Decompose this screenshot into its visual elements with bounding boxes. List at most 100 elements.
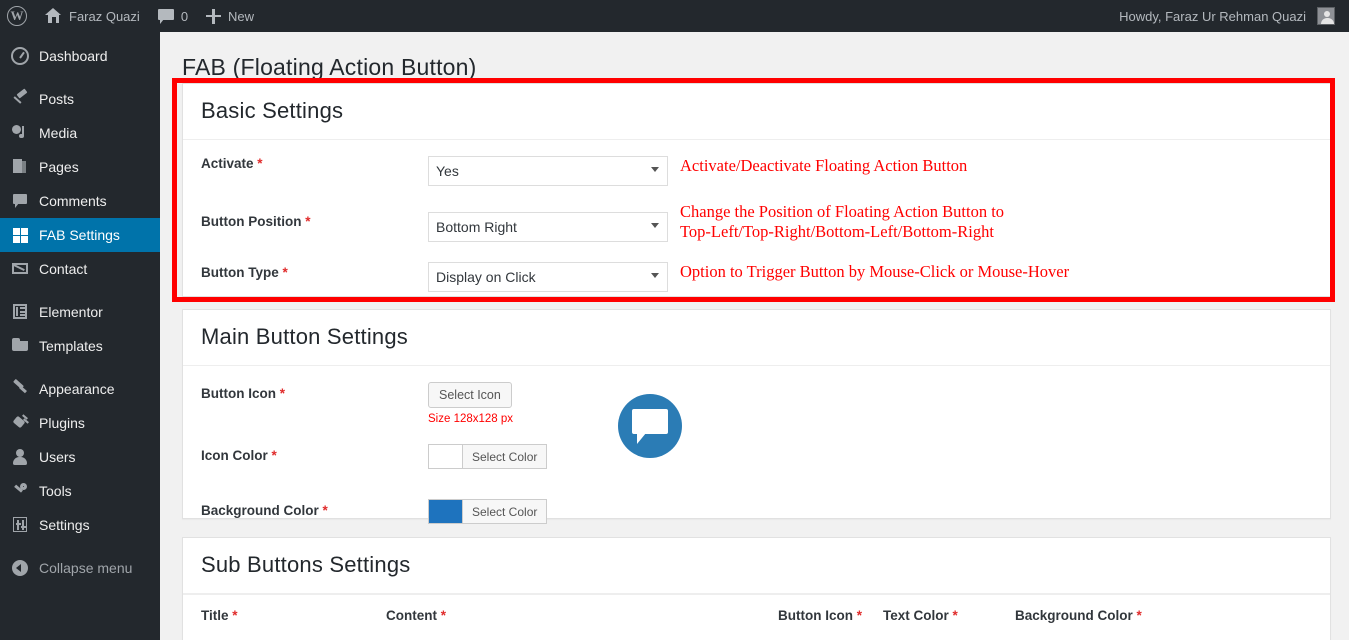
column-header-title: Title * bbox=[201, 608, 238, 623]
sidebar-item-plugins[interactable]: Plugins bbox=[0, 406, 160, 440]
background-color-label: Background Color * bbox=[201, 503, 328, 519]
site-name-label: Faraz Quazi bbox=[69, 8, 140, 24]
required-marker: * bbox=[279, 386, 286, 401]
plugin-icon bbox=[10, 413, 30, 433]
sidebar-divider bbox=[0, 542, 160, 551]
sidebar-item-fab-settings[interactable]: FAB Settings bbox=[0, 218, 168, 252]
howdy-label: Howdy, Faraz Ur Rehman Quazi bbox=[1119, 8, 1306, 24]
activate-select[interactable]: Yes bbox=[428, 156, 668, 186]
envelope-icon bbox=[10, 259, 30, 279]
sidebar-divider bbox=[0, 73, 160, 82]
sidebar-item-label: Elementor bbox=[39, 304, 103, 320]
field-row-button-type: Button Type * Display on Click Option to… bbox=[183, 260, 1330, 294]
main-button-settings-title: Main Button Settings bbox=[183, 310, 1330, 366]
basic-settings-title: Basic Settings bbox=[183, 84, 1330, 140]
activate-help-text: Activate/Deactivate Floating Action Butt… bbox=[680, 156, 968, 175]
sidebar-item-pages[interactable]: Pages bbox=[0, 150, 160, 184]
sidebar-item-label: Plugins bbox=[39, 415, 85, 431]
user-icon bbox=[10, 447, 30, 467]
wordpress-logo-icon: W bbox=[7, 6, 27, 26]
adminbar-new-content[interactable]: New bbox=[197, 0, 263, 32]
button-type-label: Button Type * bbox=[201, 265, 288, 280]
select-icon-button[interactable]: Select Icon bbox=[428, 382, 512, 409]
button-icon-label: Button Icon * bbox=[201, 386, 286, 401]
sidebar-item-label: Comments bbox=[39, 193, 107, 209]
sidebar-item-posts[interactable]: Posts bbox=[0, 82, 160, 116]
icon-select-color-button[interactable]: Select Color bbox=[462, 444, 548, 470]
sidebar-item-tools[interactable]: Tools bbox=[0, 474, 160, 508]
required-marker: * bbox=[271, 448, 277, 464]
button-position-label: Button Position * bbox=[201, 214, 311, 229]
collapse-arrow-icon bbox=[10, 558, 30, 578]
required-marker: * bbox=[282, 265, 288, 280]
adminbar-site-name[interactable]: Faraz Quazi bbox=[36, 0, 149, 32]
required-marker: * bbox=[322, 503, 328, 519]
sidebar-item-templates[interactable]: Templates bbox=[0, 329, 160, 363]
sidebar-item-elementor[interactable]: Elementor bbox=[0, 295, 160, 329]
sidebar-divider bbox=[0, 286, 160, 295]
button-type-select-wrapper[interactable]: Display on Click bbox=[428, 262, 668, 292]
field-row-icon-color: Icon Color * Select Color bbox=[183, 444, 1330, 478]
required-marker: * bbox=[232, 608, 238, 623]
sidebar-item-label: Posts bbox=[39, 91, 75, 107]
basic-settings-panel: Basic Settings Activate * Yes Activate/D… bbox=[182, 83, 1331, 297]
sidebar-item-contact[interactable]: Contact bbox=[0, 252, 160, 286]
activate-select-wrapper[interactable]: Yes bbox=[428, 156, 668, 186]
sidebar-item-appearance[interactable]: Appearance bbox=[0, 372, 160, 406]
background-color-picker[interactable]: Select Color bbox=[428, 499, 548, 525]
icon-color-picker[interactable]: Select Color bbox=[428, 444, 548, 470]
activate-label: Activate * bbox=[201, 156, 263, 171]
sidebar-item-label: Users bbox=[39, 449, 76, 465]
plus-icon bbox=[206, 8, 222, 24]
collapse-menu-label: Collapse menu bbox=[39, 560, 133, 576]
main-content: FAB (Floating Action Button) Basic Setti… bbox=[160, 32, 1349, 640]
comments-icon bbox=[10, 191, 30, 211]
media-icon bbox=[10, 123, 30, 143]
avatar bbox=[1317, 7, 1335, 25]
sidebar-item-label: Settings bbox=[39, 517, 90, 533]
sub-buttons-table-header: Title * Content * Button Icon * Text Col… bbox=[183, 594, 1330, 636]
adminbar-comments[interactable]: 0 bbox=[149, 0, 197, 32]
button-position-select-wrapper[interactable]: Bottom Right bbox=[428, 212, 668, 242]
sidebar-collapse-menu[interactable]: Collapse menu bbox=[0, 551, 160, 585]
sidebar-item-media[interactable]: Media bbox=[0, 116, 160, 150]
admin-bar: W Faraz Quazi 0 New Howdy, Faraz Ur Rehm… bbox=[0, 0, 1349, 32]
sub-buttons-settings-title: Sub Buttons Settings bbox=[183, 538, 1330, 594]
comment-bubble-icon bbox=[157, 9, 174, 24]
background-select-color-button[interactable]: Select Color bbox=[462, 499, 548, 525]
column-header-text-color: Text Color * bbox=[883, 608, 958, 623]
field-row-button-position: Button Position * Bottom Right Change th… bbox=[183, 202, 1330, 242]
required-marker: * bbox=[856, 608, 863, 623]
home-icon bbox=[45, 8, 62, 24]
wrench-icon bbox=[10, 481, 30, 501]
admin-sidebar: Dashboard Posts Media Pages Comments FAB… bbox=[0, 32, 168, 640]
button-icon-controls: Select Icon Size 128x128 px bbox=[428, 382, 513, 425]
sidebar-item-comments[interactable]: Comments bbox=[0, 184, 160, 218]
sidebar-item-users[interactable]: Users bbox=[0, 440, 160, 474]
sidebar-item-label: Templates bbox=[39, 338, 103, 354]
sidebar-item-label: Appearance bbox=[39, 381, 115, 397]
column-header-content: Content * bbox=[386, 608, 447, 623]
required-marker: * bbox=[952, 608, 958, 623]
sidebar-item-dashboard[interactable]: Dashboard bbox=[0, 39, 160, 73]
sidebar-item-label: Tools bbox=[39, 483, 72, 499]
adminbar-my-account[interactable]: Howdy, Faraz Ur Rehman Quazi bbox=[1110, 0, 1349, 32]
sidebar-item-label: Pages bbox=[39, 159, 79, 175]
comments-count-label: 0 bbox=[180, 8, 189, 24]
field-row-activate: Activate * Yes Activate/Deactivate Float… bbox=[183, 156, 1330, 190]
icon-color-swatch[interactable] bbox=[428, 444, 462, 470]
sidebar-item-label: FAB Settings bbox=[39, 227, 120, 243]
dashboard-icon bbox=[10, 46, 30, 66]
button-type-select[interactable]: Display on Click bbox=[428, 262, 668, 292]
adminbar-wp-logo[interactable]: W bbox=[0, 0, 36, 32]
background-color-swatch[interactable] bbox=[428, 499, 462, 525]
sidebar-item-settings[interactable]: Settings bbox=[0, 508, 160, 542]
main-button-settings-panel: Main Button Settings Button Icon * Selec… bbox=[182, 309, 1331, 525]
field-row-button-icon: Button Icon * Select Icon Size 128x128 p… bbox=[183, 382, 1330, 425]
button-position-select[interactable]: Bottom Right bbox=[428, 212, 668, 242]
sidebar-item-label: Media bbox=[39, 125, 78, 141]
new-label: New bbox=[228, 8, 255, 24]
page-title: FAB (Floating Action Button) bbox=[182, 54, 477, 80]
column-header-background-color: Background Color * bbox=[1015, 608, 1142, 623]
button-type-help-text: Option to Trigger Button by Mouse-Click … bbox=[680, 262, 1070, 281]
